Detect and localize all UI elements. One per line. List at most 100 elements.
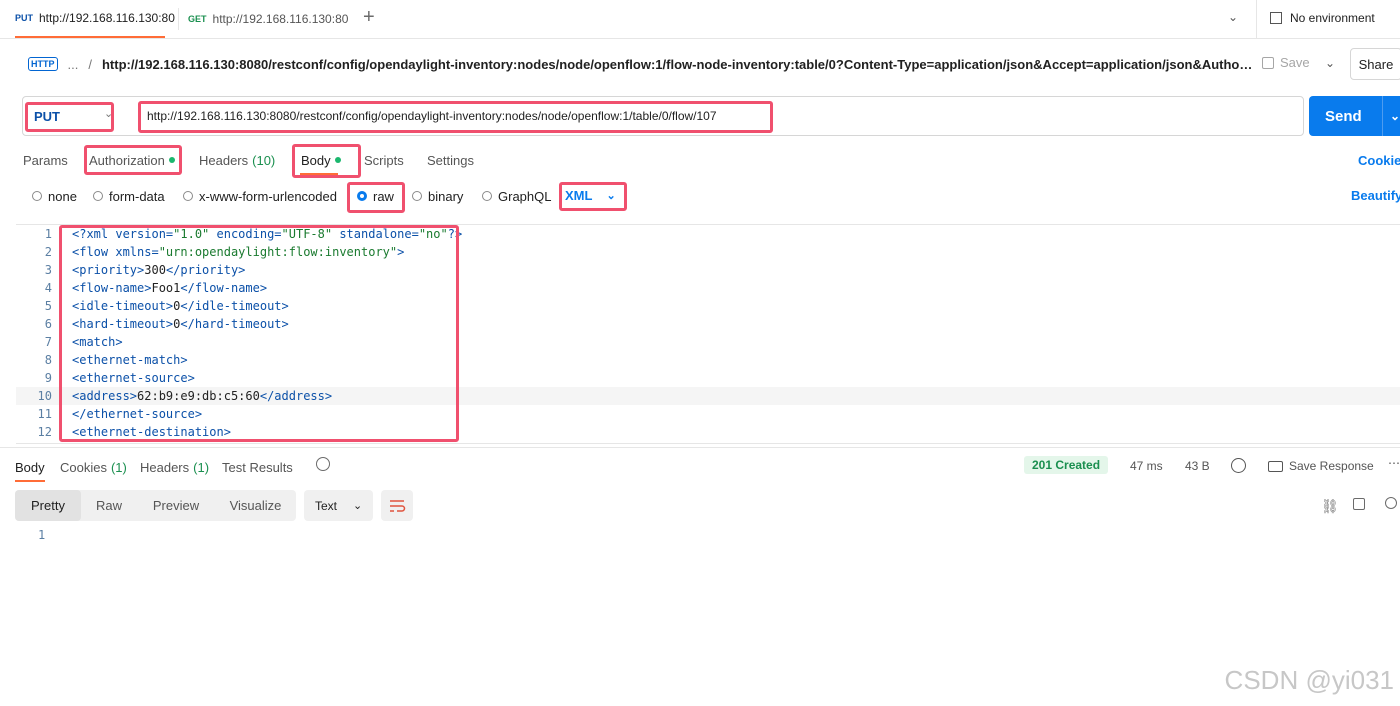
radio-label: GraphQL — [498, 188, 552, 204]
view-pretty[interactable]: Pretty — [15, 490, 81, 521]
radio-label: none — [48, 188, 77, 204]
breadcrumb: HTTP ... / http://192.168.116.130:8080/r… — [28, 50, 1252, 78]
active-tab-underline — [15, 480, 45, 482]
active-tab-underline — [300, 173, 338, 175]
radio-raw[interactable]: raw — [357, 187, 394, 205]
radio-circle — [183, 191, 193, 201]
line-number: 11 — [37, 407, 52, 421]
radio-label: form-data — [109, 188, 165, 204]
view-visualize[interactable]: Visualize — [215, 490, 296, 521]
beautify-link[interactable]: Beautify — [1351, 188, 1400, 203]
response-tab-test-results[interactable]: Test Results — [222, 458, 293, 476]
response-line-number: 1 — [38, 528, 46, 542]
line-number: 3 — [44, 263, 52, 277]
line-number: 8 — [44, 353, 52, 367]
radio-form-data[interactable]: form-data — [93, 187, 165, 205]
radio-label: x-www-form-urlencoded — [199, 188, 337, 204]
raw-format-select[interactable]: XML ⌄ — [565, 188, 616, 203]
link-icon[interactable]: ⛓ — [1321, 498, 1339, 515]
breadcrumb-collapsed[interactable]: ... — [68, 57, 79, 72]
save-button[interactable]: Save — [1262, 55, 1310, 70]
save-chevron-down-icon[interactable]: ⌄ — [1325, 56, 1335, 70]
divider — [178, 8, 179, 30]
save-label: Save — [1280, 55, 1310, 70]
divider — [0, 447, 1400, 448]
line-number: 10 — [37, 389, 52, 403]
tab-scripts[interactable]: Scripts — [364, 150, 404, 170]
divider — [1381, 96, 1383, 136]
radio-graphql[interactable]: GraphQL — [482, 187, 551, 205]
save-response-label: Save Response — [1289, 459, 1374, 473]
method-chevron-down-icon[interactable]: ⌄ — [104, 107, 113, 120]
line-number: 5 — [44, 299, 52, 313]
watermark: CSDN @yi031 — [1224, 665, 1394, 695]
line-number: 6 — [44, 317, 52, 331]
environment-label: No environment — [1290, 11, 1375, 25]
tab-label: Test Results — [222, 459, 293, 475]
tab-body[interactable]: Body — [301, 150, 341, 170]
save-icon — [1262, 56, 1274, 69]
radio-binary[interactable]: binary — [412, 187, 463, 205]
tab-label: Headers — [140, 459, 190, 475]
view-raw[interactable]: Raw — [81, 490, 137, 521]
radio-label: raw — [373, 188, 394, 204]
wrap-lines-icon — [390, 500, 406, 512]
breadcrumb-separator: / — [88, 56, 92, 72]
radio-urlencoded[interactable]: x-www-form-urlencoded — [183, 187, 337, 205]
tab-label: Settings — [427, 152, 474, 168]
response-tab-headers[interactable]: Headers (1) — [140, 458, 209, 476]
url-input[interactable]: http://192.168.116.130:8080/restconf/con… — [147, 109, 717, 123]
send-button[interactable]: Send ⌄ — [1309, 96, 1400, 136]
tab-label: Authorization — [89, 152, 165, 168]
send-chevron-down-icon[interactable]: ⌄ — [1390, 109, 1400, 123]
new-tab-plus-icon[interactable]: + — [363, 6, 375, 29]
tab-params[interactable]: Params — [23, 150, 68, 170]
radio-circle — [93, 191, 103, 201]
history-icon[interactable] — [316, 457, 330, 471]
search-icon[interactable] — [1385, 497, 1397, 509]
wrap-lines-button[interactable] — [381, 490, 413, 521]
response-format-select[interactable]: Text ⌄ — [304, 490, 373, 521]
status-dot — [334, 157, 341, 163]
response-view-switcher: Pretty Raw Preview Visualize — [15, 490, 296, 521]
code-highlight — [59, 225, 459, 442]
radio-circle — [412, 191, 422, 201]
cookies-link[interactable]: Cookies — [1358, 150, 1400, 170]
request-title[interactable]: http://192.168.116.130:8080/restconf/con… — [102, 57, 1252, 72]
radio-label: binary — [428, 188, 464, 204]
response-tab-cookies[interactable]: Cookies (1) — [60, 458, 127, 476]
radio-none[interactable]: none — [32, 187, 77, 205]
tab-label: Scripts — [364, 152, 404, 168]
send-label: Send — [1325, 107, 1362, 125]
tab-label: Body — [15, 459, 45, 475]
tabs-chevron-down-icon[interactable]: ⌄ — [1228, 10, 1238, 24]
response-tab-body[interactable]: Body — [15, 458, 45, 476]
tab-method: PUT — [15, 13, 33, 23]
tab-settings[interactable]: Settings — [427, 150, 474, 170]
method-select[interactable]: PUT — [34, 109, 60, 124]
tab-label: Headers — [199, 152, 249, 168]
status-dot — [168, 157, 175, 163]
view-preview[interactable]: Preview — [137, 490, 215, 521]
save-response-button[interactable]: Save Response — [1268, 459, 1374, 473]
http-request-icon: HTTP — [28, 57, 58, 71]
request-tab-get[interactable]: GET http://192.168.116.130:80 — [188, 0, 348, 38]
request-tab-put[interactable]: PUT http://192.168.116.130:80 — [15, 0, 175, 38]
tab-authorization[interactable]: Authorization — [89, 150, 175, 170]
tab-method: GET — [188, 14, 207, 24]
line-number: 2 — [44, 245, 52, 259]
tab-count: (1) — [193, 459, 210, 475]
more-options-icon[interactable]: ⋯ — [1388, 456, 1400, 470]
radio-circle-selected — [357, 191, 367, 201]
response-size: 43 B — [1185, 459, 1210, 473]
line-number: 9 — [44, 371, 52, 385]
globe-icon[interactable] — [1231, 458, 1246, 473]
share-button[interactable]: Share — [1350, 48, 1400, 80]
tab-url: http://192.168.116.130:80 — [39, 11, 175, 25]
radio-circle — [482, 191, 492, 201]
tab-count: (1) — [110, 459, 127, 475]
tab-headers[interactable]: Headers (10) — [199, 150, 275, 170]
environment-selector[interactable]: No environment — [1270, 11, 1375, 25]
share-label: Share — [1358, 56, 1394, 72]
copy-icon[interactable] — [1353, 498, 1365, 510]
